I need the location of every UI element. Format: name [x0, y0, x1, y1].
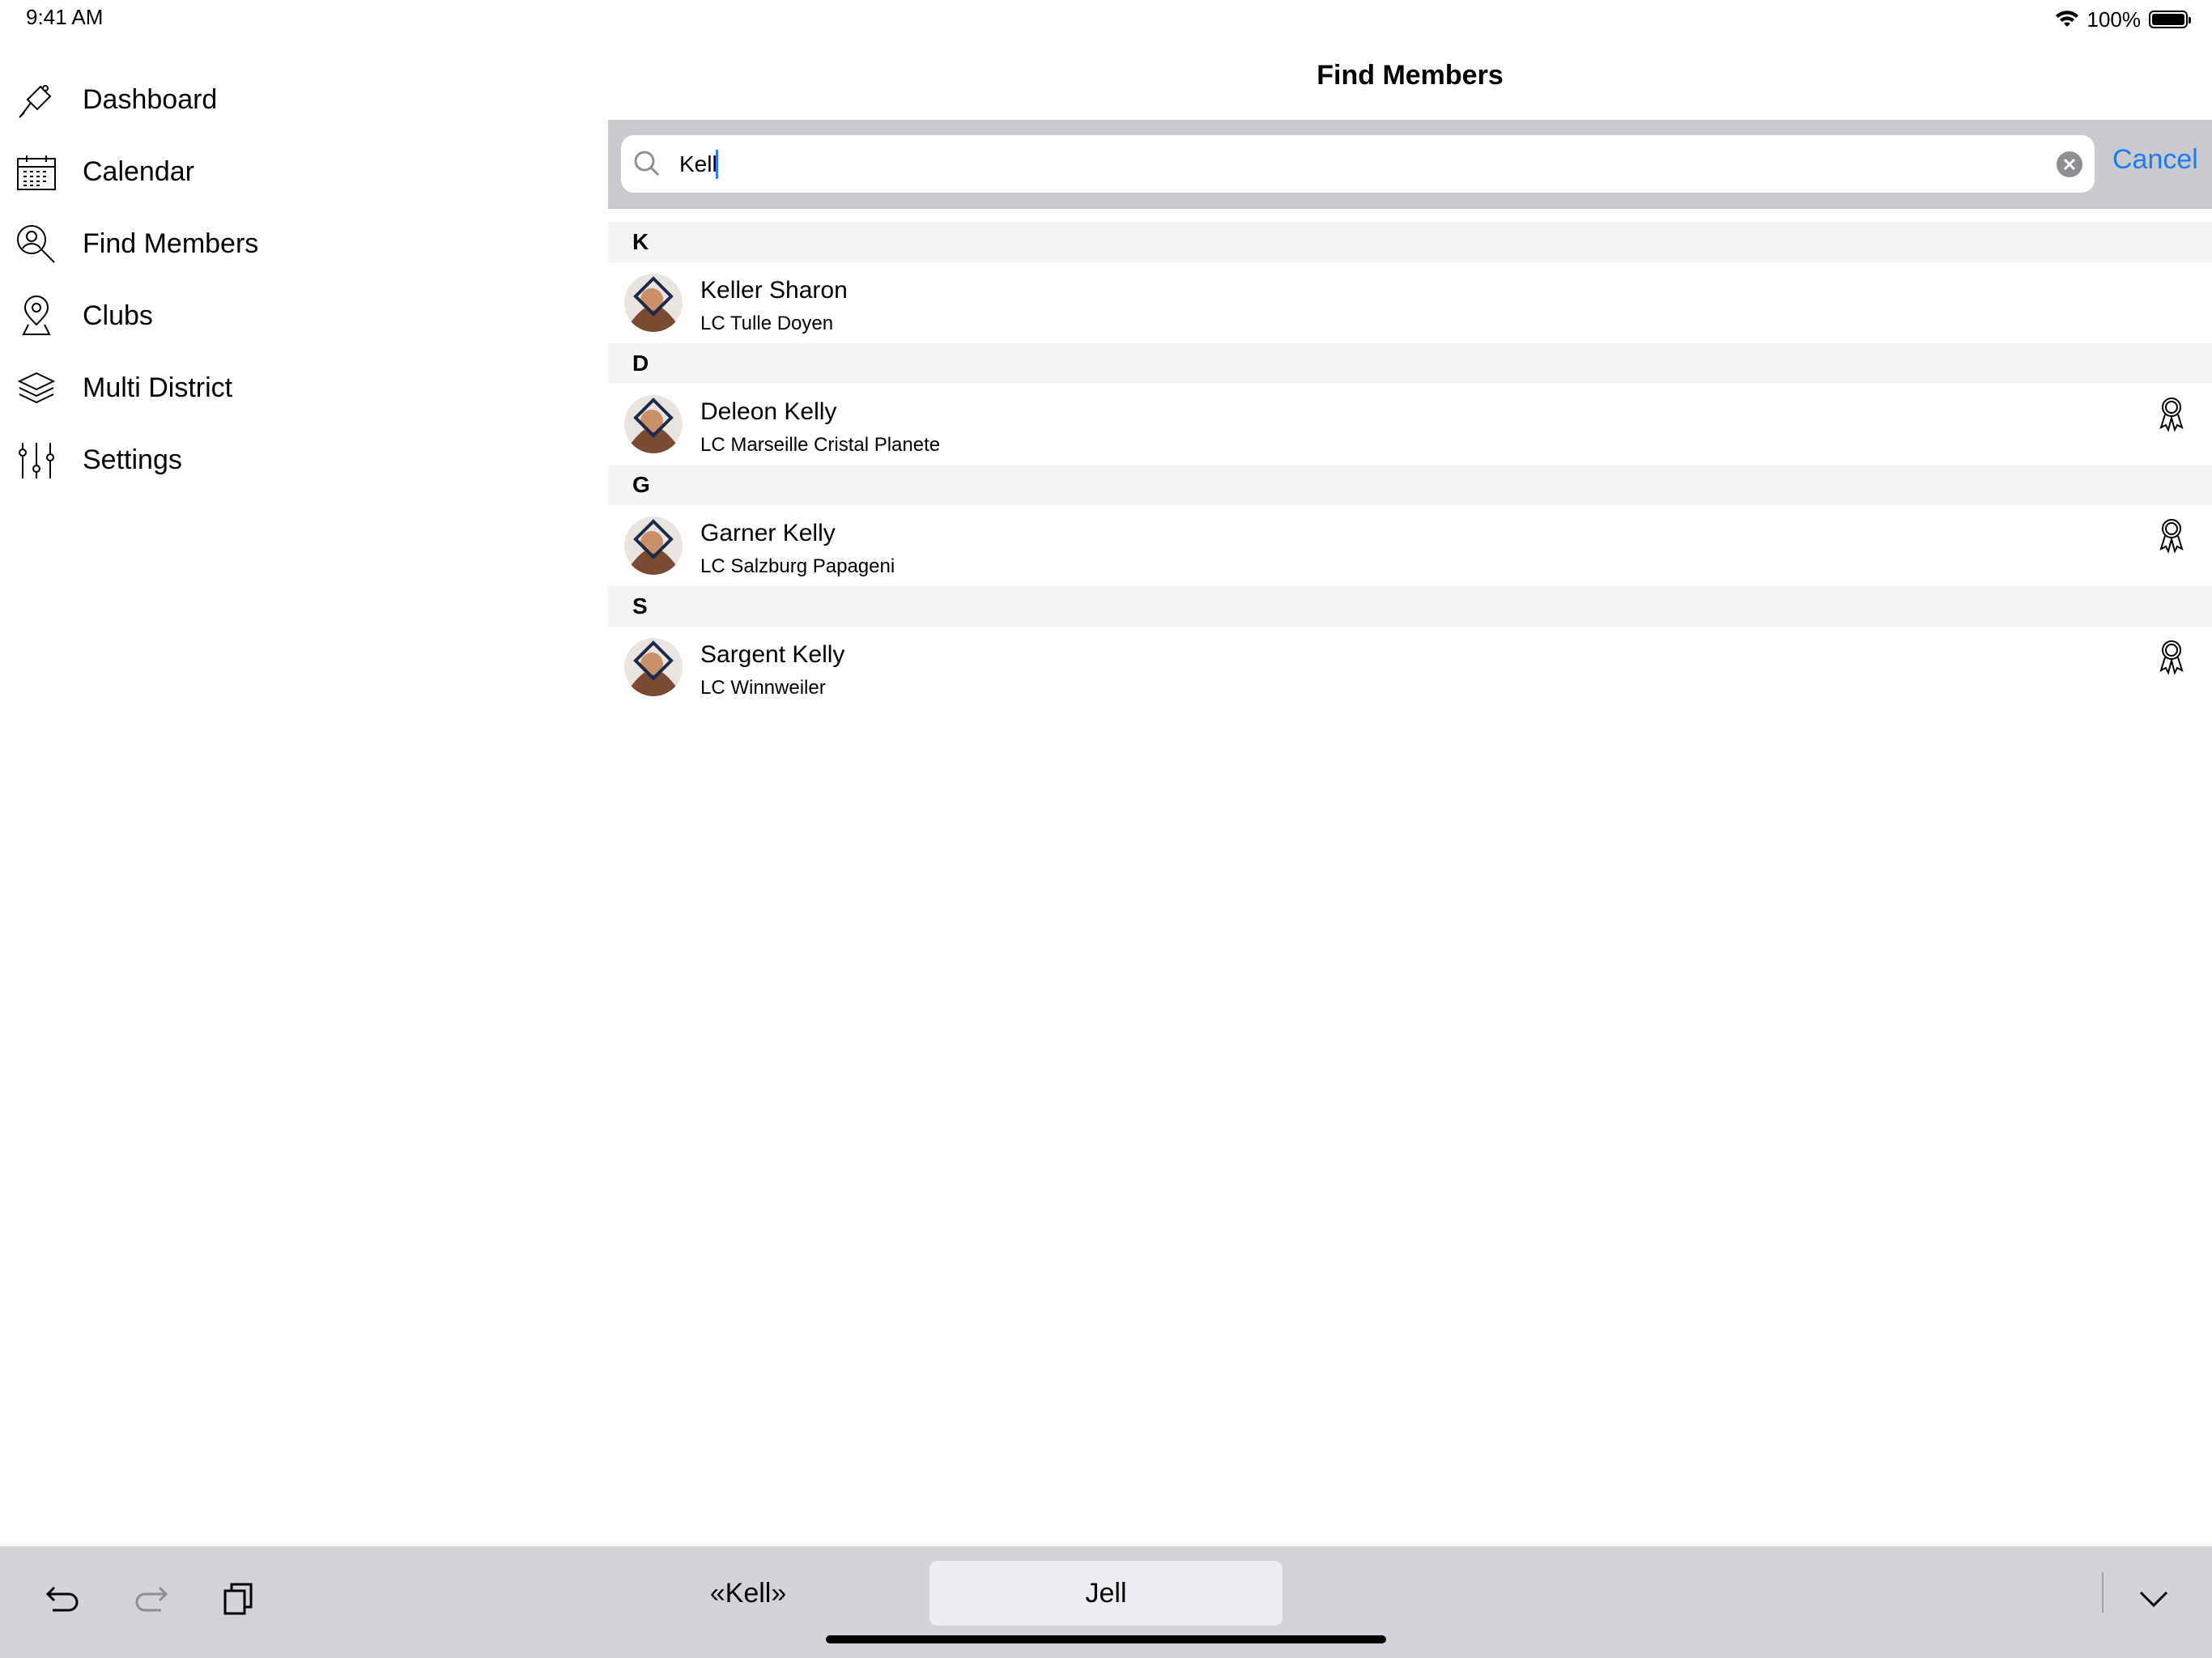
- section-letter: S: [632, 593, 648, 619]
- sidebar-item-label: Dashboard: [83, 84, 218, 115]
- clear-search-icon[interactable]: [2056, 151, 2083, 178]
- search-input[interactable]: [679, 145, 2007, 184]
- member-club: LC Salzburg Papageni: [700, 555, 895, 577]
- member-row[interactable]: Keller Sharon LC Tulle Doyen: [608, 262, 2212, 343]
- sidebar-item-label: Settings: [83, 444, 182, 475]
- sidebar-item-label: Multi District: [83, 372, 233, 403]
- sidebar-item-find-members[interactable]: Find Members: [0, 208, 599, 280]
- status-time: 9:41 AM: [26, 5, 104, 29]
- redo-icon: [135, 1586, 168, 1612]
- member-name: Garner Kelly: [700, 520, 836, 546]
- section-header-d: D: [608, 343, 2212, 384]
- section-header-g: G: [608, 465, 2212, 505]
- sidebar-item-multi-district[interactable]: Multi District: [0, 352, 599, 424]
- location-pin-icon: [15, 295, 58, 338]
- member-name: Deleon Kelly: [700, 398, 837, 425]
- sidebar-item-label: Calendar: [83, 156, 194, 187]
- member-avatar: [624, 395, 683, 453]
- sidebar-item-settings[interactable]: Settings: [0, 424, 599, 496]
- sidebar-item-dashboard[interactable]: Dashboard: [0, 64, 599, 136]
- redo-button[interactable]: [126, 1575, 175, 1623]
- member-avatar: [624, 274, 683, 332]
- battery-percentage: 100%: [2087, 6, 2142, 32]
- award-ribbon-icon: [2159, 519, 2184, 554]
- status-indicators: 100%: [2055, 5, 2191, 34]
- section-letter: D: [632, 351, 649, 376]
- battery-icon: [2149, 11, 2191, 28]
- sliders-icon: [15, 439, 58, 483]
- paste-button[interactable]: [214, 1575, 262, 1623]
- search-bar: Cancel: [608, 120, 2212, 209]
- undo-button[interactable]: [39, 1575, 87, 1623]
- member-name: Keller Sharon: [700, 277, 848, 304]
- member-avatar: [624, 517, 683, 575]
- text-caret: [716, 150, 718, 179]
- layers-icon: [15, 367, 58, 410]
- member-row[interactable]: Deleon Kelly LC Marseille Cristal Planet…: [608, 384, 2212, 465]
- find-members-icon: [15, 223, 58, 266]
- member-club: LC Marseille Cristal Planete: [700, 434, 941, 456]
- dashboard-icon: [15, 79, 58, 122]
- sidebar-item-label: Find Members: [83, 228, 259, 259]
- clipboard-icon: [223, 1583, 253, 1615]
- search-icon: [634, 151, 660, 176]
- member-club: LC Winnweiler: [700, 677, 826, 699]
- award-ribbon-icon: [2159, 640, 2184, 675]
- section-header-k: K: [608, 222, 2212, 262]
- member-name: Sargent Kelly: [700, 641, 845, 668]
- suggestion-selected[interactable]: Jell: [929, 1561, 1283, 1626]
- suggestion-literal[interactable]: «Kell»: [643, 1561, 853, 1626]
- member-row[interactable]: Garner Kelly LC Salzburg Papageni: [608, 505, 2212, 586]
- member-club: LC Tulle Doyen: [700, 312, 834, 334]
- calendar-icon: [15, 151, 58, 194]
- search-field-container[interactable]: [621, 135, 2095, 193]
- section-header-s: S: [608, 586, 2212, 627]
- section-letter: K: [632, 229, 649, 254]
- member-avatar: [624, 638, 683, 696]
- sidebar-item-clubs[interactable]: Clubs: [0, 280, 599, 352]
- dismiss-keyboard-button[interactable]: [2129, 1575, 2178, 1623]
- member-row[interactable]: Sargent Kelly LC Winnweiler: [608, 627, 2212, 708]
- undo-icon: [45, 1586, 79, 1612]
- home-indicator: [826, 1635, 1386, 1643]
- section-letter: G: [632, 472, 650, 497]
- keyboard-shortcut-bar: «Kell» Jell: [0, 1546, 2212, 1658]
- award-ribbon-icon: [2159, 397, 2184, 432]
- sidebar-item-label: Clubs: [83, 300, 153, 331]
- chevron-down-icon: [2139, 1591, 2168, 1608]
- page-title: Find Members: [1317, 60, 1504, 91]
- divider: [2102, 1572, 2104, 1613]
- sidebar-item-calendar[interactable]: Calendar: [0, 136, 599, 208]
- cancel-button[interactable]: Cancel: [2112, 144, 2198, 176]
- wifi-icon: [2055, 11, 2078, 27]
